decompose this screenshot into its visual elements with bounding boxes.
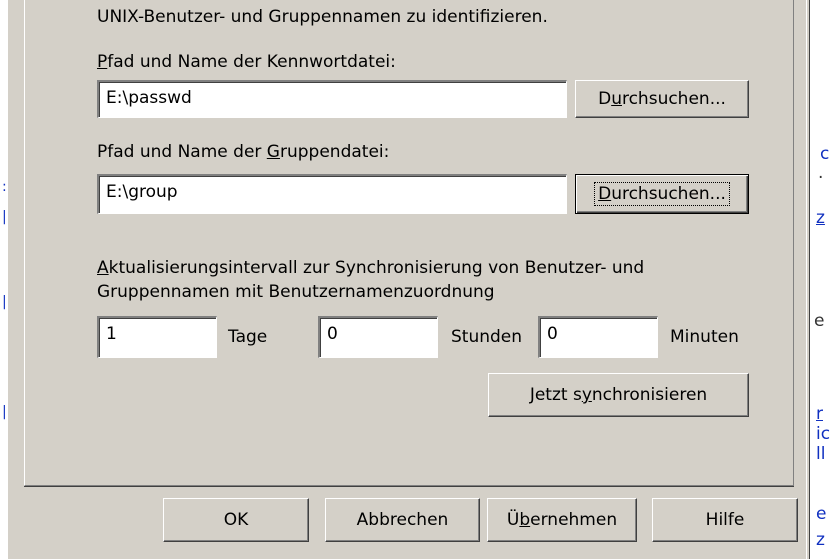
intro-text: UNIX-Benutzer- und Gruppennamen zu ident… [97, 7, 548, 27]
hours-value: 0 [327, 324, 338, 344]
group-file-value: E:\group [106, 182, 178, 202]
focus-rectangle: Durchsuchen... [594, 182, 730, 206]
background-fragment: | [2, 209, 7, 225]
minutes-value: 0 [547, 324, 558, 344]
passwd-file-input[interactable]: E:\passwd [97, 80, 567, 118]
background-fragment: z [816, 530, 825, 550]
background-fragment: : [2, 179, 7, 195]
group-file-label: Pfad und Name der Gruppendatei: [97, 142, 390, 162]
background-fragment: | [2, 294, 7, 310]
sync-interval-label-line2: Gruppennamen mit Benutzernamenzuordnung [97, 282, 495, 302]
apply-button[interactable]: Üb ernehmen [487, 498, 637, 542]
browse-passwd-button[interactable]: Du rchsuchen... [575, 80, 749, 118]
sync-interval-label-line1: Aktualisierungsintervall zur Synchronisi… [97, 258, 645, 278]
hours-input[interactable]: 0 [318, 316, 438, 358]
ok-button[interactable]: OK [163, 498, 309, 542]
help-button[interactable]: Hilfe [652, 498, 798, 542]
days-input[interactable]: 1 [97, 316, 217, 358]
group-file-input[interactable]: E:\group [97, 174, 567, 214]
background-fragment: | [2, 404, 7, 420]
background-fragment: · [818, 168, 824, 188]
background-fragment: e [816, 504, 827, 524]
background-fragment: ic [816, 424, 830, 444]
cancel-button[interactable]: Abbrechen [325, 498, 480, 542]
background-window-left-edge: : | | | [0, 0, 8, 559]
background-window-right-edge: c · z e r ic ll e z [810, 0, 830, 559]
passwd-file-label: Pfad und Name der Kennwortdatei: [97, 52, 396, 72]
background-link-fragment[interactable]: z [816, 208, 825, 228]
passwd-file-value: E:\passwd [106, 88, 192, 108]
minutes-input[interactable]: 0 [538, 316, 658, 358]
hours-label: Stunden [451, 327, 523, 347]
sync-now-button[interactable]: Jetzt s y nchronisieren [488, 373, 749, 417]
background-fragment: ll [816, 444, 826, 464]
minutes-label: Minuten [670, 327, 739, 347]
browse-group-button[interactable]: Durchsuchen... [575, 174, 749, 214]
days-value: 1 [106, 324, 117, 344]
background-fragment: c [820, 144, 830, 164]
background-fragment: e [814, 311, 825, 331]
days-label: Tage [228, 327, 268, 347]
background-link-fragment[interactable]: r [816, 404, 823, 424]
